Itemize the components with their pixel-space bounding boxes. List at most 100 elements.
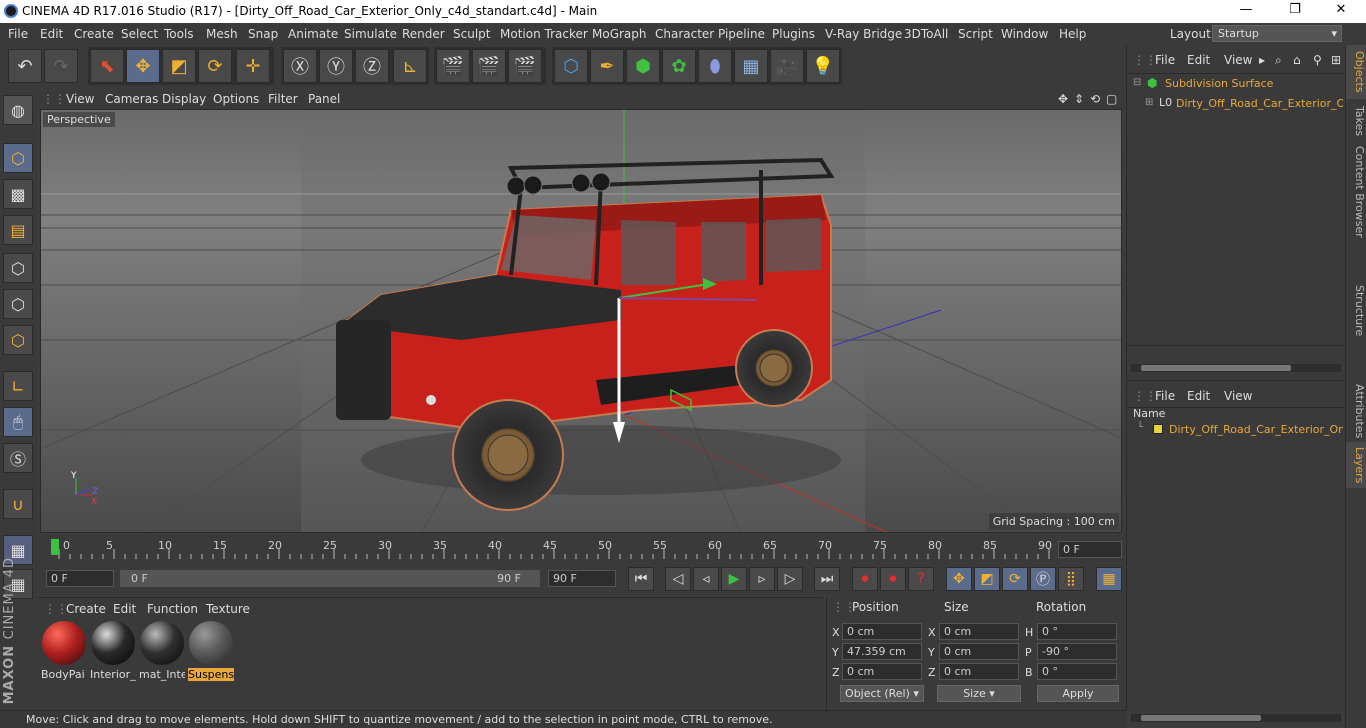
material-item[interactable]: mat_Inte — [139, 620, 185, 681]
rot-b-field[interactable]: 0 ° — [1037, 663, 1117, 680]
edge-mode-button[interactable]: ⬡ — [3, 289, 33, 319]
layers-menu-view[interactable]: View — [1224, 389, 1252, 403]
viewport-perspective[interactable]: Y X Z Perspective Grid Spacing : 100 cm — [40, 109, 1122, 533]
y-axis-button[interactable]: Ⓨ — [319, 49, 353, 83]
axis-mode-button[interactable]: ∟ — [3, 371, 33, 401]
viewport-menu-filter[interactable]: Filter — [268, 92, 298, 106]
search-icon[interactable]: ⌕ — [1275, 53, 1282, 68]
size-x-field[interactable]: 0 cm — [939, 623, 1019, 640]
menu-select[interactable]: Select — [121, 27, 158, 41]
objects-menu-edit[interactable]: Edit — [1187, 53, 1210, 67]
texture-mode-button[interactable]: ▩ — [3, 179, 33, 209]
move-tool-button[interactable]: ✥ — [126, 49, 160, 83]
play-button[interactable]: ▶ — [721, 567, 747, 591]
polygon-mode-button[interactable]: ⬡ — [3, 325, 33, 355]
rot-h-field[interactable]: 0 ° — [1037, 623, 1117, 640]
menu-create[interactable]: Create — [74, 27, 114, 41]
viewport-rotate-icon[interactable]: ⟲ — [1090, 92, 1100, 106]
menu-simulate[interactable]: Simulate — [344, 27, 397, 41]
menu-sculpt[interactable]: Sculpt — [453, 27, 490, 41]
layers-menu-file[interactable]: File — [1155, 389, 1175, 403]
coordinate-mode-select[interactable]: Object (Rel) ▾ — [840, 685, 924, 702]
material-menu-texture[interactable]: Texture — [206, 602, 250, 616]
z-axis-button[interactable]: Ⓩ — [355, 49, 389, 83]
keyframe-selection-button[interactable]: ? — [908, 567, 934, 591]
objects-menu-file[interactable]: File — [1155, 53, 1175, 67]
menu-file[interactable]: File — [8, 27, 28, 41]
add-spline-button[interactable]: ✒ — [590, 49, 624, 83]
size-z-field[interactable]: 0 cm — [939, 663, 1019, 680]
layers-menu-edit[interactable]: Edit — [1187, 389, 1210, 403]
layout-select[interactable]: Startup ▾ — [1212, 25, 1342, 42]
menu-motion-tracker[interactable]: Motion Tracker — [500, 27, 588, 41]
size-mode-select[interactable]: Size ▾ — [937, 685, 1021, 702]
viewport-menu-panel[interactable]: Panel — [308, 92, 340, 106]
menu-character[interactable]: Character — [655, 27, 714, 41]
layer-row[interactable]: └ Dirty_Off_Road_Car_Exterior_Only — [1131, 422, 1343, 439]
filter-icon[interactable]: ⚲ — [1313, 53, 1322, 67]
recent-tool-button[interactable]: ✛ — [236, 49, 270, 83]
material-menu-function[interactable]: Function — [147, 602, 198, 616]
material-item[interactable]: BodyPai — [41, 620, 87, 681]
previous-key-button[interactable]: ◁ — [665, 567, 691, 591]
menu-script[interactable]: Script — [958, 27, 993, 41]
tree-expand-icon[interactable]: ⊞ — [1145, 97, 1153, 108]
menu-snap[interactable]: Snap — [248, 27, 278, 41]
range-slider[interactable]: 0 F 90 F — [120, 570, 540, 587]
previous-frame-button[interactable]: ◃ — [693, 567, 719, 591]
go-to-end-button[interactable]: ⏭ — [814, 567, 840, 591]
objects-menu-view[interactable]: View — [1224, 53, 1252, 67]
key-position-button[interactable]: ✥ — [946, 567, 972, 591]
add-nurbs-button[interactable]: ⬢ — [626, 49, 660, 83]
autokey-button[interactable]: ⏺ — [880, 567, 906, 591]
end-frame-field[interactable]: 90 F — [548, 570, 616, 587]
undo-button[interactable]: ↶ — [8, 49, 42, 83]
menu-plugins[interactable]: Plugins — [772, 27, 815, 41]
rotate-tool-button[interactable]: ⟳ — [198, 49, 232, 83]
tab-takes[interactable]: Takes — [1345, 99, 1366, 143]
material-item[interactable]: Interior_ — [90, 620, 136, 681]
object-row-car[interactable]: ⊞ L0 Dirty_Off_Road_Car_Exterior_Onl — [1131, 96, 1343, 113]
current-frame-field[interactable]: 0 F — [1058, 541, 1122, 558]
make-editable-button[interactable]: ◍ — [3, 95, 33, 125]
material-item[interactable]: Suspens — [188, 620, 234, 681]
add-array-button[interactable]: ✿ — [662, 49, 696, 83]
material-menu-edit[interactable]: Edit — [113, 602, 136, 616]
minimize-button[interactable]: — — [1235, 2, 1257, 20]
point-mode-button[interactable]: ⬡ — [3, 253, 33, 283]
key-scale-button[interactable]: ◩ — [974, 567, 1000, 591]
viewport-maximize-icon[interactable]: ▢ — [1106, 92, 1117, 106]
start-frame-field[interactable]: 0 F — [46, 570, 114, 587]
tab-attributes[interactable]: Attributes — [1345, 380, 1366, 442]
viewport-menu-cameras[interactable]: Cameras — [105, 92, 158, 106]
render-settings-button[interactable]: 🎬 — [508, 49, 542, 83]
tab-objects[interactable]: Objects — [1345, 45, 1366, 99]
layers-scrollbar[interactable] — [1131, 714, 1341, 722]
pos-z-field[interactable]: 0 cm — [842, 663, 922, 680]
close-button[interactable]: ✕ — [1330, 2, 1352, 20]
menu-3dtoall[interactable]: 3DToAll — [904, 27, 948, 41]
playhead[interactable] — [51, 539, 59, 555]
tweak-mode-button[interactable]: 🖱 — [3, 407, 33, 437]
menu-vray-bridge[interactable]: V-Ray Bridge — [825, 27, 902, 41]
object-row-subdivision[interactable]: ⊟ ⬢ Subdivision Surface — [1131, 76, 1343, 93]
x-axis-button[interactable]: Ⓧ — [283, 49, 317, 83]
menu-window[interactable]: Window — [1001, 27, 1048, 41]
size-y-field[interactable]: 0 cm — [939, 643, 1019, 660]
home-icon[interactable]: ⌂ — [1293, 53, 1301, 67]
solo-mode-button[interactable]: Ⓢ — [3, 443, 33, 473]
pos-y-field[interactable]: 47.359 cm — [842, 643, 922, 660]
objects-scrollbar[interactable] — [1131, 364, 1341, 372]
camera-label[interactable]: Perspective — [43, 112, 115, 127]
timeline-window-button[interactable]: ▦ — [1096, 567, 1122, 591]
pos-x-field[interactable]: 0 cm — [842, 623, 922, 640]
viewport-menu-options[interactable]: Options — [213, 92, 259, 106]
render-view-button[interactable]: 🎬 — [436, 49, 470, 83]
redo-button[interactable]: ↷ — [44, 49, 78, 83]
add-light-button[interactable]: 💡 — [806, 49, 840, 83]
go-to-start-button[interactable]: ⏮ — [628, 567, 654, 591]
material-menu-create[interactable]: Create — [66, 602, 106, 616]
tree-collapse-icon[interactable]: ⊟ — [1133, 77, 1141, 88]
viewport-menu-view[interactable]: View — [66, 92, 94, 106]
key-rotation-button[interactable]: ⟳ — [1002, 567, 1028, 591]
